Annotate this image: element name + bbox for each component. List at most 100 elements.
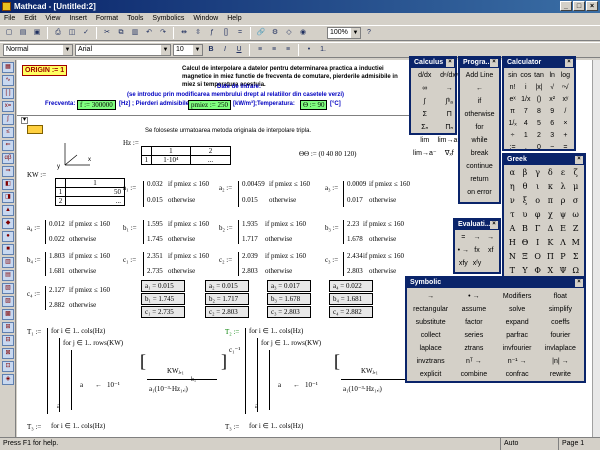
greek-letter-button[interactable]: ξ [519,194,532,208]
programming-button[interactable]: Add Line [462,70,497,82]
symbolic-button[interactable]: n⁻¹ → [496,355,539,368]
result-b1[interactable]: b₁ = 1.745 [141,293,185,305]
tool-icon-25[interactable]: ◈ [2,374,14,385]
calculator-button[interactable]: 7 [519,106,532,118]
greek-letter-button[interactable]: ψ [557,208,570,222]
greek-letter-button[interactable]: Κ [544,236,557,250]
result-c4[interactable]: c₄ = 2.882 [329,306,373,318]
evaluation-button[interactable]: xfy [457,258,470,270]
calculator-button[interactable]: 3 [546,130,559,142]
symbolic-button[interactable]: coeffs [539,316,582,329]
align-across-icon[interactable]: ⇹ [178,27,190,39]
calculator-button[interactable]: 9 [546,106,559,118]
symbolic-palette-title[interactable]: Symbolic × [407,278,584,288]
bullets-icon[interactable]: • [303,44,315,56]
greek-letter-button[interactable]: Μ [569,236,582,250]
insert-unit-icon[interactable]: [] [220,27,232,39]
greek-letter-button[interactable]: ρ [557,194,570,208]
greek-letter-button[interactable]: Ι [531,236,544,250]
result-c2[interactable]: c₂ = 2.803 [205,306,249,318]
greek-letter-button[interactable]: Σ [569,250,582,264]
greek-letter-button[interactable]: β [519,166,532,180]
greek-letter-button[interactable]: φ [531,208,544,222]
menu-file[interactable]: File [4,13,15,25]
calculator-button[interactable]: 6 [546,118,559,130]
greek-letter-button[interactable]: κ [544,180,557,194]
calculator-button[interactable]: tan [532,70,545,82]
symbolic-button[interactable]: fourier [539,329,582,342]
greek-letter-button[interactable]: ο [531,194,544,208]
programming-button[interactable]: continue [462,161,497,173]
symbolic-button[interactable]: invlaplace [539,342,582,355]
zoom-select[interactable]: 100% ▼ [327,27,361,39]
new-icon[interactable]: ▢ [3,27,15,39]
evaluation-button[interactable]: = [457,232,470,244]
calculator-button[interactable]: ⁿ√ [559,82,572,94]
tool-icon-10[interactable]: ◧ [2,179,14,190]
tool-icon-14[interactable]: ● [2,231,14,242]
close-button[interactable]: × [586,1,598,11]
tool-icon-16[interactable]: ▥ [2,257,14,268]
resource-center-icon[interactable]: ◉ [297,27,309,39]
graph-toolbar-icon[interactable]: ∿ [2,75,14,86]
tool-icon-17[interactable]: ▤ [2,270,14,281]
result-a4[interactable]: a₄ = 0.022 [329,280,373,292]
calculator-button[interactable]: 1 [519,130,532,142]
calculator-button[interactable]: n! [506,82,519,94]
print-icon[interactable]: ⎙ [52,27,64,39]
symbolic-button[interactable]: laplace [409,342,452,355]
symbolic-button[interactable]: rectangular [409,303,452,316]
greek-letter-button[interactable]: Π [544,250,557,264]
kw-table[interactable]: 1 1 50 2... [55,178,125,206]
calculator-button[interactable]: √ [546,82,559,94]
calculator-button[interactable]: × [559,118,572,130]
tool-icon-20[interactable]: ▩ [2,309,14,320]
greek-letter-button[interactable]: γ [531,166,544,180]
method-note[interactable]: Se foloseste urmatoarea metoda originala… [145,128,311,134]
component-wizard-icon[interactable]: ⚙ [269,27,281,39]
calculus-palette[interactable]: Calculus × d/dx dⁿ/dxⁿ ∞ → ∫ ∫ᵇₐ Σ Π Σₙ Πₙ lim lim→a… [409,56,461,157]
calculator-button[interactable]: x² [546,94,559,106]
greek-letter-button[interactable]: α [506,166,519,180]
greek-letter-button[interactable]: ι [531,180,544,194]
greek-letter-button[interactable]: π [544,194,557,208]
evaluation-button[interactable]: → [484,232,497,244]
programming-button[interactable]: otherwise [462,109,497,121]
greek-letter-button[interactable]: Ε [557,222,570,236]
calculator-button[interactable]: |x| [532,82,545,94]
calculator-button[interactable]: 5 [532,118,545,130]
calculator-button[interactable]: 4 [519,118,532,130]
calculator-toolbar-icon[interactable]: ▦ [2,62,14,73]
calculator-button[interactable]: log [559,70,572,82]
programming-button[interactable]: ← [462,83,497,95]
font-select[interactable]: Arial ▼ [75,44,171,56]
close-icon[interactable]: × [565,59,573,67]
menu-view[interactable]: View [45,13,60,25]
evaluation-button[interactable]: xf [484,245,497,257]
minimize-button[interactable]: _ [560,1,572,11]
greek-letter-button[interactable]: ν [506,194,519,208]
tool-icon-15[interactable]: ■ [2,244,14,255]
symbolic-button[interactable]: ztrans [452,342,495,355]
calculator-palette[interactable]: Calculator × sin cos tan ln log n! i |x| √ ⁿ√ eˣ 1/x… [502,56,576,151]
align-left-icon[interactable]: ≡ [254,44,266,56]
symbolic-button[interactable]: float [539,290,582,303]
greek-toolbar-icon[interactable]: αβ [2,153,14,164]
greek-letter-button[interactable]: Θ [519,236,532,250]
symbolic-button[interactable]: series [452,329,495,342]
hz-table[interactable]: 1 2 1 1·10⁴... [141,146,231,165]
theta-input[interactable]: Θ := 90 [300,100,328,110]
calculator-button[interactable]: + [559,130,572,142]
programming-button[interactable]: for [462,122,497,134]
menu-insert[interactable]: Insert [69,13,87,25]
greek-letter-button[interactable]: Ν [506,250,519,264]
tool-icon-24[interactable]: ⊡ [2,361,14,372]
calculus-button[interactable]: lim→a⁻ [413,148,437,160]
calculus-button[interactable]: ∫ [413,96,437,108]
symbolic-button[interactable]: explicit [409,368,452,381]
tool-icon-18[interactable]: ▧ [2,283,14,294]
result-b4[interactable]: b₄ = 1.681 [329,293,373,305]
menu-window[interactable]: Window [193,13,218,25]
greek-letter-button[interactable]: δ [544,166,557,180]
symbolic-button[interactable]: • → [452,290,495,303]
